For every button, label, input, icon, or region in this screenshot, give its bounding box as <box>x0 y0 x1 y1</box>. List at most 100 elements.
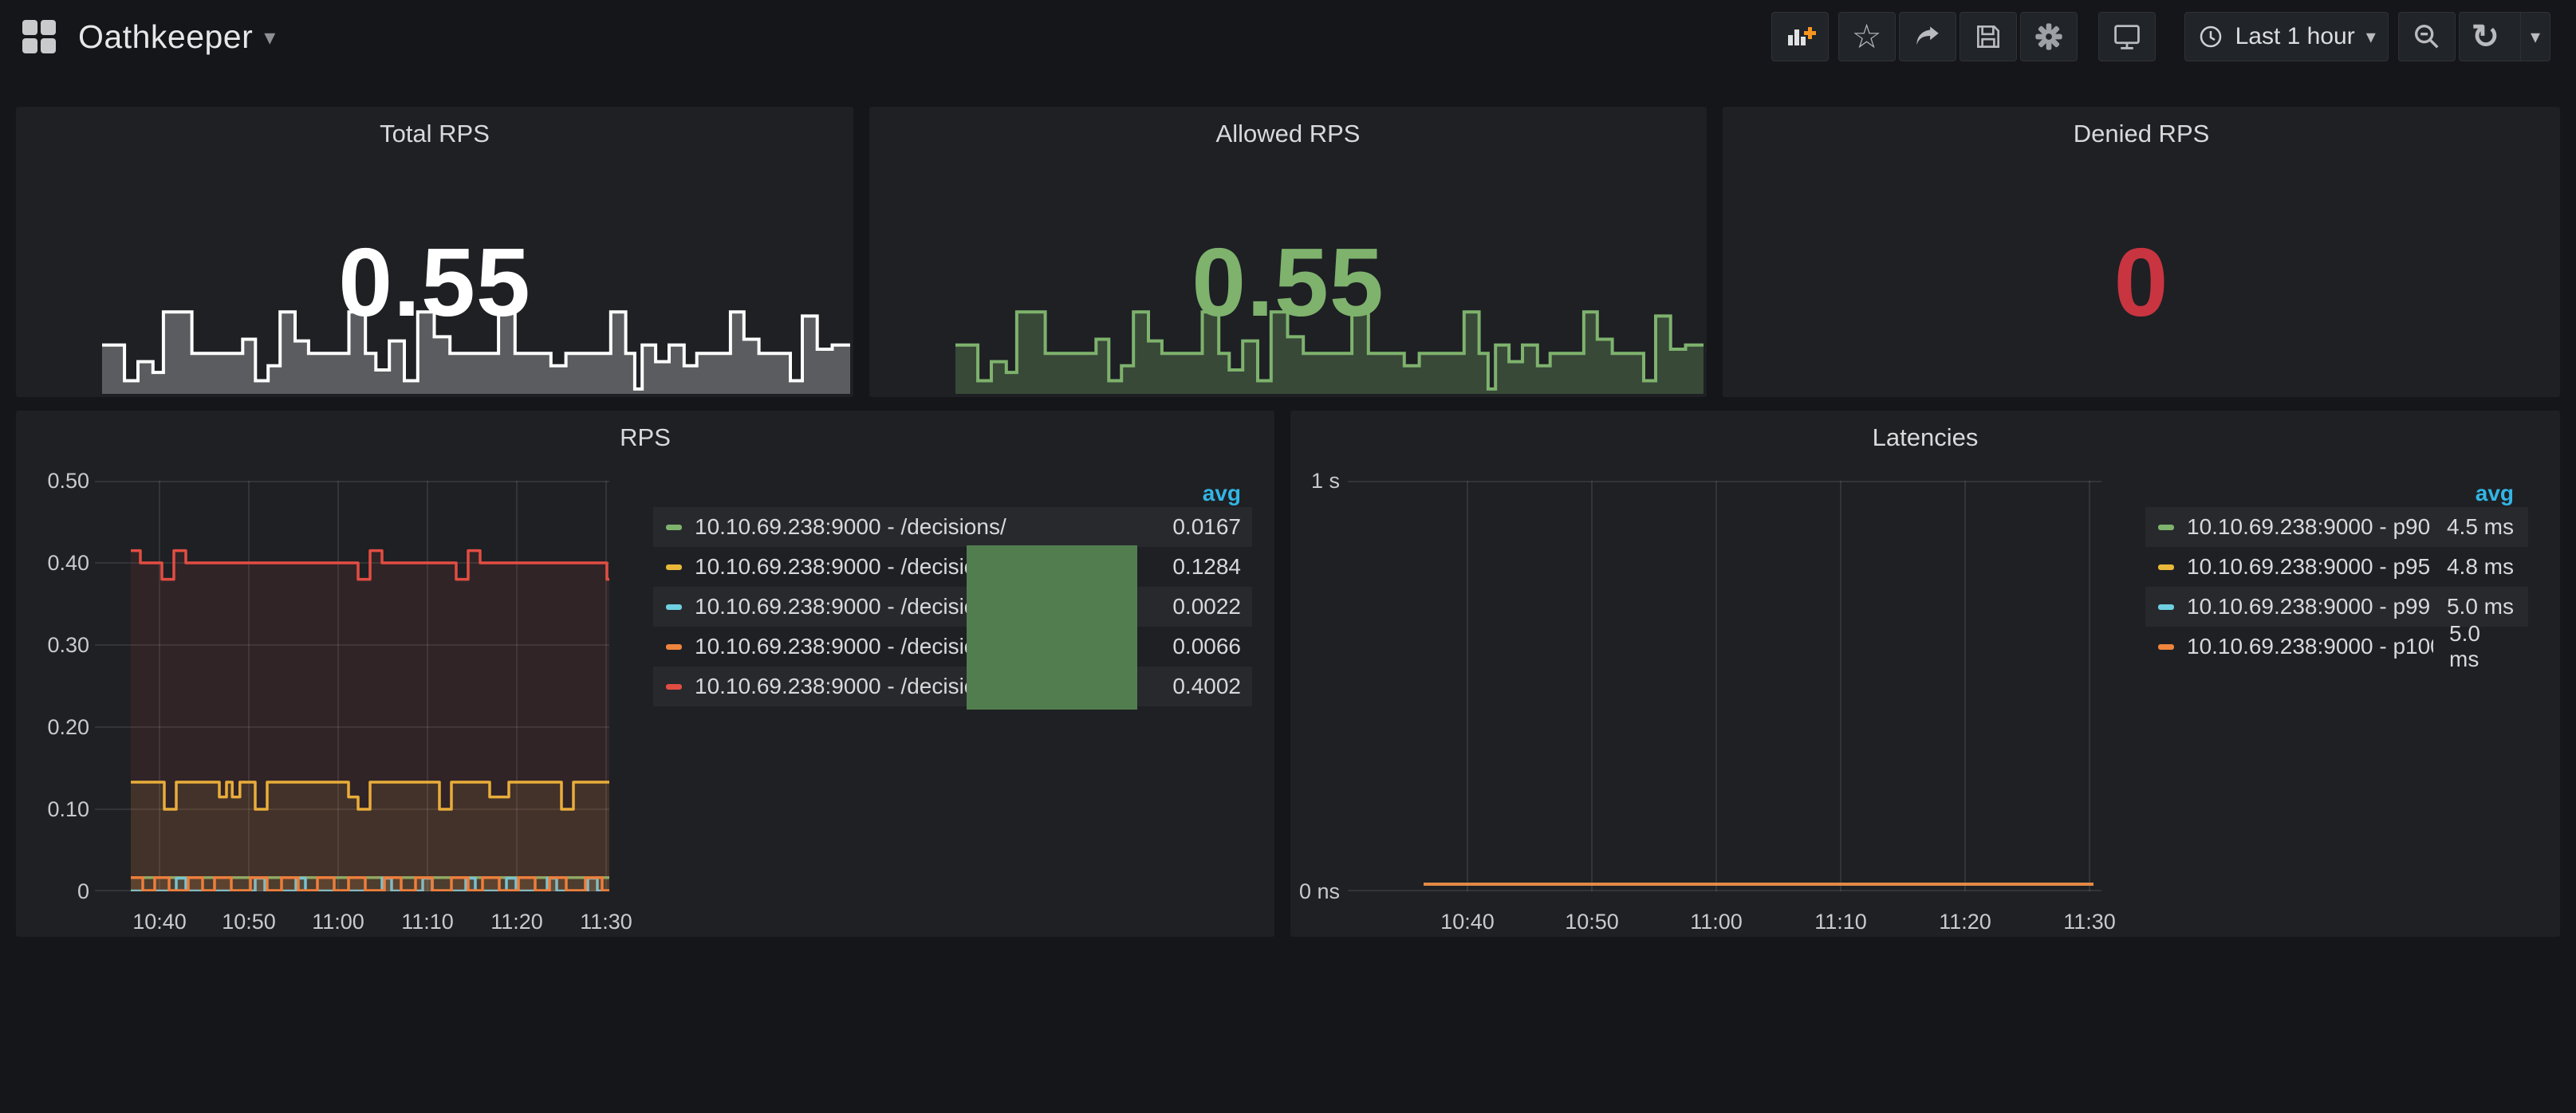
legend-row[interactable]: 10.10.69.238:9000 - p1005.0 ms <box>2145 627 2528 667</box>
sparkline <box>955 300 1704 394</box>
y-axis-tick-label: 0.40 <box>16 550 89 576</box>
series-avg-value: 0.4002 <box>1156 674 1241 699</box>
time-range-label: Last 1 hour <box>2235 23 2355 50</box>
panel-title[interactable]: Total RPS <box>16 107 853 148</box>
rps-legend: avg 10.10.69.238:9000 - /decisions/0.016… <box>653 481 1252 706</box>
clock-icon <box>2197 23 2224 50</box>
legend-row[interactable]: 10.10.69.238:9000 - p954.8 ms <box>2145 547 2528 587</box>
caret-down-icon: ▾ <box>2531 26 2540 49</box>
y-axis-tick-label: 0 ns <box>1290 879 1340 904</box>
series-avg-value: 4.8 ms <box>2431 554 2514 580</box>
stat-panel-allowed-rps: Allowed RPS 0.55 <box>869 107 1707 397</box>
settings-gear-icon <box>2033 21 2065 53</box>
series-label[interactable]: 10.10.69.238:9000 - /decisions/ <box>695 554 1006 580</box>
panel-title[interactable]: Latencies <box>1290 411 2560 452</box>
refresh-icon: ↻ <box>2472 20 2499 53</box>
panel-title[interactable]: RPS <box>16 411 1274 452</box>
caret-down-icon: ▾ <box>2366 26 2376 49</box>
stat-panel-denied-rps: Denied RPS 0 <box>1723 107 2560 397</box>
add-panel-button[interactable] <box>1771 12 1829 61</box>
series-color-swatch <box>666 644 682 650</box>
legend-row[interactable]: 10.10.69.238:9000 - /decisions/0.4002 <box>653 667 1252 706</box>
x-axis-tick-label: 11:20 <box>1909 910 2021 934</box>
series-color-swatch <box>666 564 682 570</box>
x-axis-tick-label: 10:40 <box>1412 910 1523 934</box>
x-axis-tick-label: 11:30 <box>550 910 662 934</box>
legend-row[interactable]: 10.10.69.238:9000 - /decisions/0.0066 <box>653 627 1252 667</box>
series-label[interactable]: 10.10.69.238:9000 - /decisions/ <box>695 634 1006 659</box>
legend-rows: 10.10.69.238:9000 - /decisions/0.016710.… <box>653 507 1252 706</box>
rps-graph-panel: RPS avg 10.10.69.238:9000 - /decisions/0… <box>16 411 1274 937</box>
legend-header-row: avg <box>653 481 1252 507</box>
x-axis-tick-label: 11:30 <box>2034 910 2145 934</box>
y-axis-tick-label: 0.30 <box>16 632 89 658</box>
x-axis-tick-label: 10:50 <box>1536 910 1648 934</box>
x-axis-tick-label: 11:00 <box>1660 910 1772 934</box>
stat-value: 0 <box>1723 226 2560 338</box>
legend-rows: 10.10.69.238:9000 - p904.5 ms10.10.69.23… <box>2145 507 2528 667</box>
sparkline <box>102 300 850 394</box>
y-axis-tick-label: 0.10 <box>16 796 89 822</box>
star-icon: ☆ <box>1852 20 1882 53</box>
series-color-swatch <box>2158 604 2174 610</box>
caret-down-icon[interactable]: ▾ <box>264 24 275 50</box>
save-button[interactable] <box>1960 12 2017 61</box>
series-avg-value: 5.0 ms <box>2433 621 2514 672</box>
series-avg-value: 0.0167 <box>1156 514 1241 540</box>
y-axis-tick-label: 0.50 <box>16 468 89 494</box>
zoom-out-button[interactable] <box>2398 12 2456 61</box>
rps-graph-canvas[interactable] <box>95 481 613 891</box>
panel-title[interactable]: Denied RPS <box>1723 107 2560 148</box>
refresh-interval-dropdown[interactable]: ▾ <box>2520 13 2550 61</box>
add-panel-icon <box>1784 21 1816 53</box>
y-axis-tick-label: 0 <box>16 879 89 904</box>
legend-row[interactable]: 10.10.69.238:9000 - p904.5 ms <box>2145 507 2528 547</box>
latencies-graph-canvas[interactable] <box>1348 481 2105 891</box>
share-icon <box>1912 22 1943 52</box>
y-axis-tick-label: 0.20 <box>16 714 89 740</box>
nav-left: Oathkeeper ▾ <box>21 18 275 56</box>
legend-header-row: avg <box>2145 481 2528 507</box>
dashboards-grid-icon[interactable] <box>21 18 57 55</box>
latencies-graph-panel: Latencies avg 10.10.69.238:9000 - p904.5… <box>1290 411 2560 937</box>
series-label[interactable]: 10.10.69.238:9000 - /decisions/ <box>695 594 1006 619</box>
y-axis-tick-label: 1 s <box>1290 468 1340 494</box>
series-avg-value: 0.1284 <box>1156 554 1241 580</box>
legend-avg-column-header[interactable]: avg <box>2476 481 2514 506</box>
legend-avg-column-header[interactable]: avg <box>1203 481 1241 506</box>
series-avg-value: 5.0 ms <box>2431 594 2514 619</box>
series-avg-value: 0.0066 <box>1156 634 1241 659</box>
series-label[interactable]: 10.10.69.238:9000 - p95 <box>2187 554 2430 580</box>
save-icon <box>1973 22 2003 52</box>
legend-row[interactable]: 10.10.69.238:9000 - /decisions/0.0022 <box>653 587 1252 627</box>
share-button[interactable] <box>1899 12 1956 61</box>
series-label[interactable]: 10.10.69.238:9000 - /decisions/ <box>695 674 1006 699</box>
cycle-view-mode-button[interactable] <box>2098 12 2156 61</box>
tv-monitor-icon <box>2111 21 2143 53</box>
series-color-swatch <box>666 604 682 610</box>
series-color-swatch <box>2158 644 2174 650</box>
panel-title[interactable]: Allowed RPS <box>869 107 1707 148</box>
time-range-picker[interactable]: Last 1 hour ▾ <box>2184 12 2389 61</box>
series-label[interactable]: 10.10.69.238:9000 - p100 <box>2187 634 2433 659</box>
nav-bar: Oathkeeper ▾ ☆ <box>0 0 2576 73</box>
legend-row[interactable]: 10.10.69.238:9000 - /decisions/0.1284 <box>653 547 1252 587</box>
series-avg-value: 0.0022 <box>1156 594 1241 619</box>
series-label[interactable]: 10.10.69.238:9000 - p90 <box>2187 514 2430 540</box>
stat-panel-total-rps: Total RPS 0.55 <box>16 107 853 397</box>
dashboard-settings-button[interactable] <box>2020 12 2078 61</box>
x-axis-tick-label: 11:10 <box>1785 910 1897 934</box>
legend-row[interactable]: 10.10.69.238:9000 - /decisions/0.0167 <box>653 507 1252 547</box>
dashboard-title[interactable]: Oathkeeper <box>78 18 253 56</box>
refresh-button[interactable]: ↻ ▾ <box>2459 12 2550 61</box>
series-color-swatch <box>666 525 682 530</box>
latencies-legend: avg 10.10.69.238:9000 - p904.5 ms10.10.6… <box>2145 481 2528 667</box>
series-label[interactable]: 10.10.69.238:9000 - /decisions/ <box>695 514 1006 540</box>
zoom-out-icon <box>2411 21 2443 53</box>
favorite-button[interactable]: ☆ <box>1838 12 1896 61</box>
green-overlay-artifact <box>967 545 1137 710</box>
nav-toolbar: ☆ <box>1771 12 2550 61</box>
series-color-swatch <box>666 684 682 690</box>
series-color-swatch <box>2158 564 2174 570</box>
series-label[interactable]: 10.10.69.238:9000 - p99 <box>2187 594 2430 619</box>
